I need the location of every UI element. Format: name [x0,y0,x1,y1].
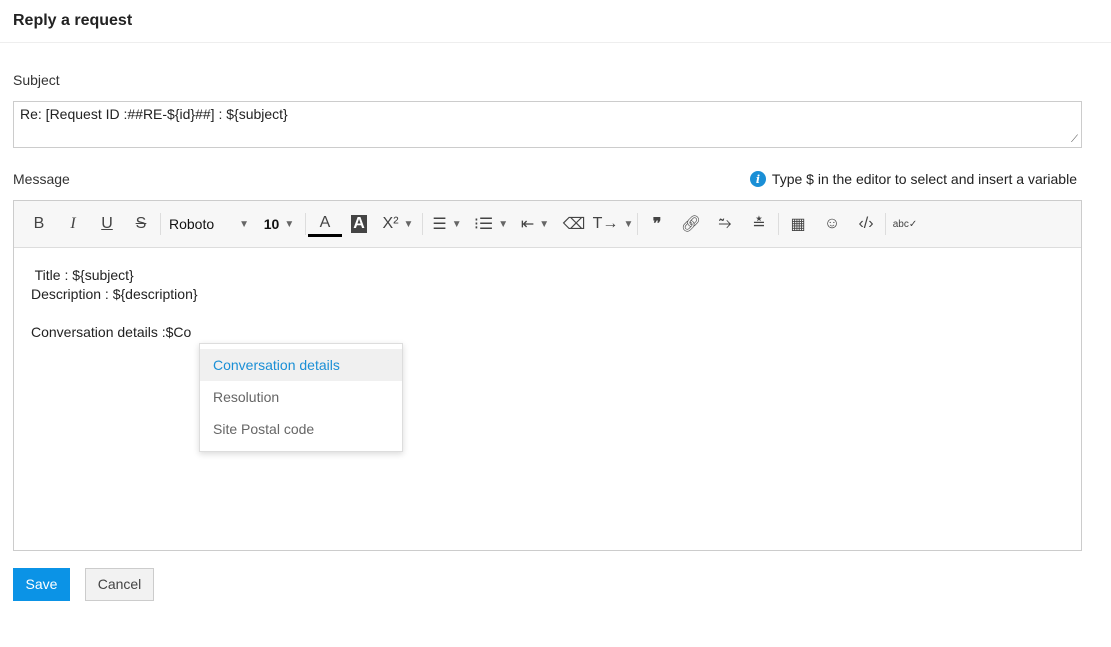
variable-hint: i Type $ in the editor to select and inse… [749,171,1077,187]
font-value: Roboto [169,216,215,232]
spellcheck-icon[interactable]: abc✓ [888,209,922,239]
superscript-icon[interactable]: X² ▼ [376,209,420,239]
subject-label: Subject [13,72,60,88]
separator [778,213,779,235]
subject-value: Re: [Request ID :##RE-${id}##] : ${subje… [20,106,288,122]
content-line: Description : ${description} [31,286,198,302]
bold-icon[interactable]: B [22,209,56,239]
separator [305,213,306,235]
separator [422,213,423,235]
font-family-select[interactable]: Roboto ▼ [163,209,255,239]
link-icon[interactable]: 🔗︎ [674,209,708,239]
quote-icon[interactable]: ❞ [640,209,674,239]
chevron-down-icon: ▼ [284,218,295,230]
separator [885,213,886,235]
resize-handle-icon[interactable]: ⟋ [1071,134,1078,145]
content-line: Conversation details :$Co [31,324,192,340]
suggestion-item[interactable]: Site Postal code [200,413,402,445]
font-size-select[interactable]: 10 ▼ [255,209,303,239]
content-line-empty [31,304,1064,323]
separator [160,213,161,235]
indent-icon[interactable]: ⇤ ▼ [513,209,557,239]
content-line: Title : ${subject} [31,267,134,283]
strikethrough-icon[interactable]: S [124,209,158,239]
variable-suggestions: Conversation details Resolution Site Pos… [199,343,403,452]
hint-text: Type $ in the editor to select and inser… [771,171,1077,187]
divider [0,42,1111,43]
text-direction-icon[interactable]: T→ ▼ [591,209,635,239]
editor-content[interactable]: Title : ${subject} Description : ${descr… [14,248,1081,360]
bullet-list-icon[interactable]: ⁝☰ ▼ [469,209,513,239]
suggestion-item[interactable]: Conversation details [200,349,402,381]
info-icon: i [749,171,766,187]
eraser-icon[interactable]: ⌫ [557,209,591,239]
cancel-button[interactable]: Cancel [85,568,154,601]
underline-icon[interactable]: U [90,209,124,239]
italic-icon[interactable]: I [56,209,90,239]
unlink-icon[interactable]: ⥲ [708,209,742,239]
message-editor[interactable]: B I U S Roboto ▼ 10 ▼ A A X² ▼ ☰ ▼ ⁝☰ ▼ ⇤ ▼ ⌫ … [13,200,1082,551]
font-color-icon[interactable]: A [308,211,342,237]
size-value: 10 [263,216,280,232]
editor-toolbar: B I U S Roboto ▼ 10 ▼ A A X² ▼ ☰ ▼ ⁝☰ ▼ ⇤ ▼ ⌫ … [14,201,1081,248]
subject-input[interactable]: Re: [Request ID :##RE-${id}##] : ${subje… [13,101,1082,148]
highlight-color-icon[interactable]: A [342,209,376,239]
chevron-down-icon: ▼ [239,218,249,230]
suggestion-item[interactable]: Resolution [200,381,402,413]
message-label: Message [13,171,70,187]
separator [637,213,638,235]
line-height-icon[interactable]: ≛ [742,209,776,239]
code-icon[interactable]: ‹/› [849,209,883,239]
table-icon[interactable]: ▦ [781,209,815,239]
emoji-icon[interactable]: ☺ [815,209,849,239]
align-icon[interactable]: ☰ ▼ [425,209,469,239]
save-button[interactable]: Save [13,568,70,601]
page-title: Reply a request [13,12,133,29]
